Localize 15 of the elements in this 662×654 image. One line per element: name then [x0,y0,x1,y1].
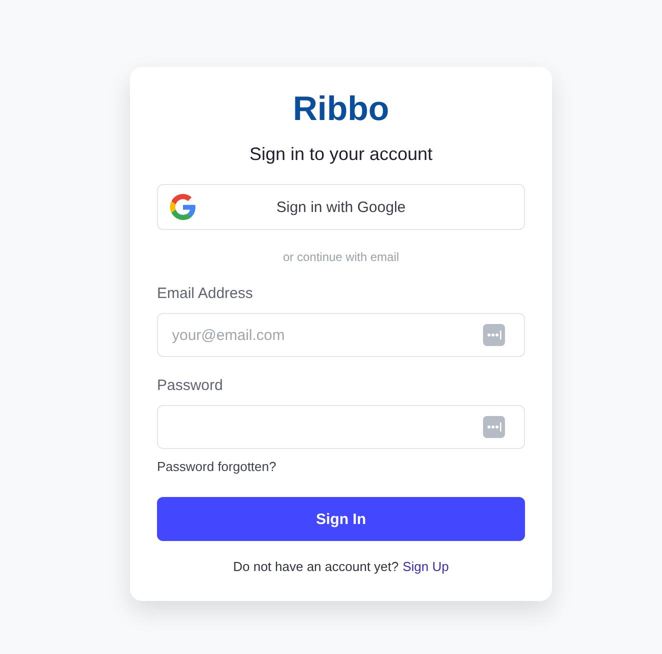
field-label: Email Address [157,285,254,303]
footer-text: Do not have an account yet? [233,559,399,575]
input-field[interactable] [157,405,525,449]
logo: Ribbo [292,89,390,129]
sign-up-link[interactable]: Sign Up [402,559,449,575]
field-label: Password [157,377,224,395]
forgot-password-link[interactable]: Password forgotten? [157,459,276,475]
google-sign-in-button[interactable]: Sign in with Google [157,184,525,230]
google-icon [170,194,196,220]
divider-text: or continue with email [282,249,400,265]
sign-in-button[interactable]: Sign In [157,497,525,541]
input-field[interactable]: your@email.com [157,313,525,357]
password-manager-icon[interactable] [483,416,505,438]
password-manager-icon[interactable] [483,324,505,346]
page-title: Sign in to your account [249,143,433,165]
